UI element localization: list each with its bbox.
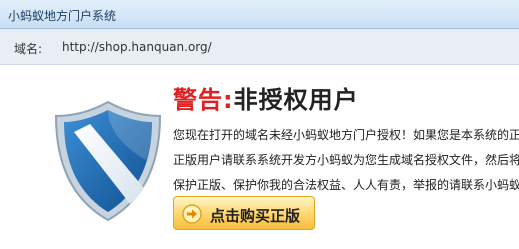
- message-line: 保护正版、保护你我的合法权益、人人有责，举报的请联系小蚂蚁: [173, 178, 519, 192]
- arrow-right-icon: [182, 204, 202, 224]
- shield-icon: [54, 100, 162, 222]
- message-line: 您现在打开的域名未经小蚂蚁地方门户授权！如果您是本系统的正: [173, 128, 519, 142]
- buy-button[interactable]: 点击购买正版: [173, 196, 315, 230]
- address-bar: 域名: http://shop.hanquan.org/: [0, 29, 519, 65]
- address-url: http://shop.hanquan.org/: [62, 40, 212, 54]
- dialog-window: 小蚂蚁地方门户系统 域名: http://shop.hanquan.org/ 警…: [0, 0, 519, 249]
- message-line: 正版用户请联系系统开发方小蚂蚁为您生成域名授权文件，然后将: [173, 153, 519, 167]
- warning-label: 警告:: [173, 86, 234, 114]
- buy-button-label: 点击购买正版: [210, 207, 301, 225]
- warning-heading: 警告:非授权用户: [173, 80, 359, 115]
- address-label: 域名:: [14, 42, 43, 56]
- warning-title: 非授权用户: [233, 86, 359, 114]
- window-title: 小蚂蚁地方门户系统: [8, 9, 117, 23]
- title-bar: 小蚂蚁地方门户系统: [0, 0, 519, 29]
